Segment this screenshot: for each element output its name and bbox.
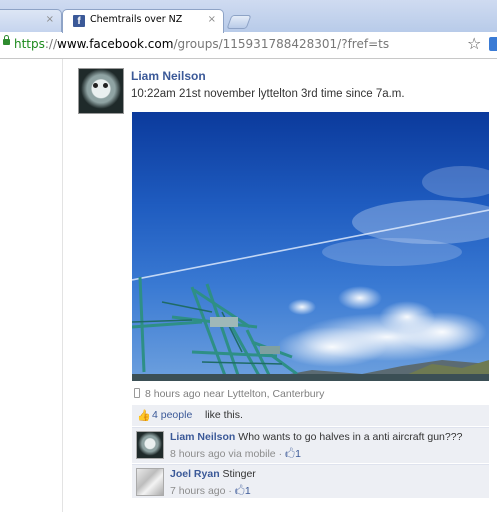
comment-meta: 8 hours ago via mobile · 🖒1	[170, 446, 301, 464]
comment-text: Who wants to go halves in a anti aircraf…	[238, 431, 463, 443]
comment: Liam Neilson Who wants to go halves in a…	[132, 427, 489, 463]
divider	[62, 59, 63, 512]
comment-like-count[interactable]: 1	[245, 485, 251, 497]
comment-author-line: Liam Neilson Who wants to go halves in a…	[170, 431, 462, 443]
url-path: /groups/115931788428301/?fref=ts	[173, 37, 390, 51]
extension-icon[interactable]	[489, 37, 497, 51]
tab-strip: × f Chemtrails over NZ ×	[0, 0, 497, 33]
comment-author-line: Joel Ryan Stinger	[170, 468, 256, 480]
comment: Joel Ryan Stinger 7 hours ago · 🖒1	[132, 464, 489, 498]
separator: ·	[275, 448, 285, 460]
photo-illustration	[132, 166, 489, 381]
new-tab-button[interactable]	[226, 15, 252, 29]
likes-row: 👍 4 people like this.	[132, 405, 489, 426]
url-text[interactable]: https://www.facebook.com/groups/11593178…	[14, 37, 389, 51]
post-photo[interactable]	[132, 112, 489, 381]
post-author[interactable]: Liam Neilson	[131, 69, 206, 83]
lock-icon	[3, 35, 10, 45]
likes-suffix: like this.	[205, 409, 243, 421]
tab-inactive[interactable]: ×	[0, 9, 62, 32]
comment-author[interactable]: Joel Ryan	[170, 468, 220, 480]
post-meta: 8 hours ago near Lyttelton, Canterbury	[134, 388, 324, 400]
post-meta-text: 8 hours ago near Lyttelton, Canterbury	[145, 388, 325, 400]
comment-time[interactable]: 7 hours ago	[170, 485, 225, 497]
star-icon[interactable]: ☆	[467, 34, 481, 53]
url-domain: www.facebook.com	[57, 37, 174, 51]
facebook-favicon: f	[73, 15, 85, 27]
like-icon[interactable]: 🖒	[285, 448, 295, 460]
comment-time[interactable]: 8 hours ago via mobile	[170, 448, 276, 460]
post-text: 10:22am 21st november lyttelton 3rd time…	[131, 88, 405, 100]
url-sep: ://	[44, 37, 58, 51]
address-bar[interactable]: https://www.facebook.com/groups/11593178…	[0, 32, 497, 59]
avatar[interactable]	[136, 468, 164, 496]
like-icon[interactable]: 🖒	[235, 485, 245, 497]
thumbs-up-icon: 👍	[137, 410, 151, 422]
comment-text: Stinger	[222, 468, 256, 480]
avatar[interactable]	[78, 68, 124, 114]
tab-title: Chemtrails over NZ	[90, 14, 183, 25]
comment-author[interactable]: Liam Neilson	[170, 431, 235, 443]
close-icon[interactable]: ×	[46, 14, 54, 26]
url-scheme: https	[14, 37, 45, 51]
avatar[interactable]	[136, 431, 164, 459]
phone-icon	[134, 388, 140, 398]
close-icon[interactable]: ×	[208, 14, 216, 26]
comment-meta: 7 hours ago · 🖒1	[170, 483, 251, 501]
tab-chemtrails[interactable]: f Chemtrails over NZ ×	[62, 9, 224, 33]
likes-count-link[interactable]: 4 people	[152, 409, 192, 421]
separator: ·	[225, 485, 235, 497]
comment-like-count[interactable]: 1	[295, 448, 301, 460]
